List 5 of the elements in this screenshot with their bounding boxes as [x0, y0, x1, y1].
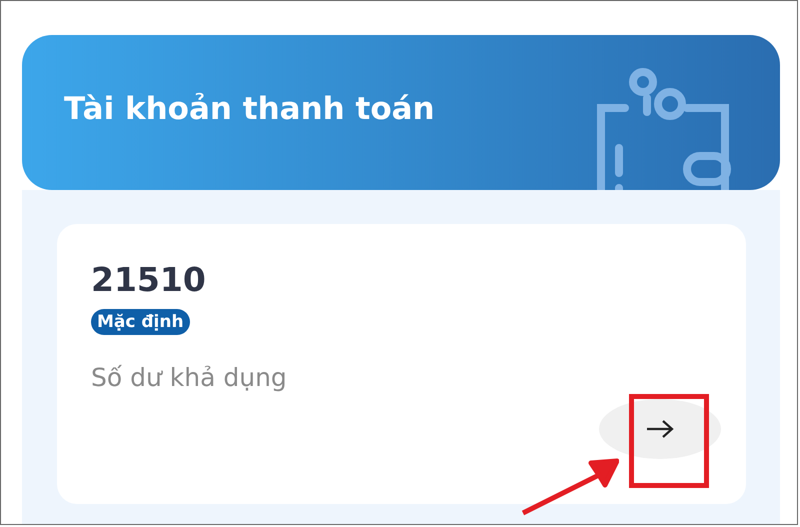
page-title: Tài khoản thanh toán	[64, 90, 435, 126]
default-tag: Mặc định	[91, 309, 190, 335]
arrow-right-icon	[645, 419, 675, 439]
account-number: 21510	[91, 260, 206, 299]
balance-label: Số dư khả dụng	[91, 363, 287, 392]
